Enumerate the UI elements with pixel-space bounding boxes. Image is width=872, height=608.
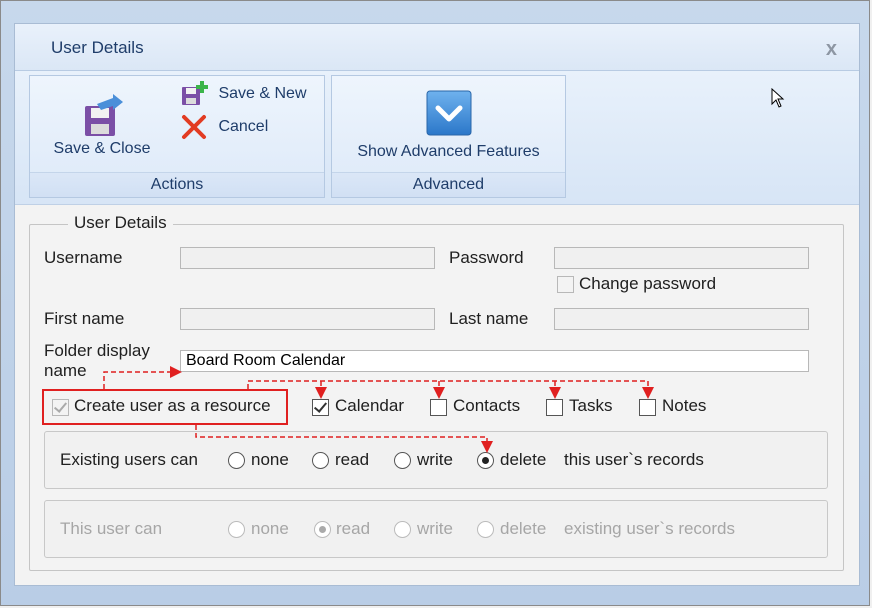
mouse-cursor-icon	[771, 88, 785, 108]
form-area: User Details Username Password Change pa…	[15, 205, 859, 586]
save-close-icon	[85, 94, 123, 136]
ribbon-group-advanced: Show Advanced Features Advanced	[331, 75, 566, 198]
save-new-icon	[182, 80, 208, 105]
cancel-button[interactable]: Cancel	[180, 113, 268, 141]
show-advanced-features-button[interactable]: Show Advanced Features	[332, 90, 565, 161]
annotation-arrows	[103, 366, 654, 453]
user-details-window: User Details x Save & Close Save & New C…	[14, 23, 860, 586]
ribbon-toolbar: Save & Close Save & New Cancel Actions S…	[15, 71, 859, 205]
chevron-down-icon	[426, 90, 471, 136]
save-close-label: Save & Close	[53, 140, 151, 157]
close-icon[interactable]: x	[826, 38, 837, 61]
dialog-frame: User Details x Save & Close Save & New C…	[0, 0, 870, 606]
cancel-icon	[182, 114, 206, 139]
save-close-button[interactable]: Save & Close	[50, 94, 154, 158]
show-advanced-features-label: Show Advanced Features	[357, 143, 540, 160]
arrow-bus-folders	[247, 380, 648, 389]
user-details-fieldset: User Details Username Password Change pa…	[29, 213, 844, 571]
arrow-to-folder-name	[103, 366, 182, 389]
ribbon-group-actions: Save & Close Save & New Cancel Actions	[29, 75, 325, 198]
cancel-label: Cancel	[218, 118, 269, 135]
advanced-group-label: Advanced	[332, 172, 565, 197]
window-title: User Details	[51, 38, 144, 57]
title-bar: User Details x	[15, 24, 859, 71]
arrow-to-delete	[195, 425, 493, 453]
save-new-label: Save & New	[218, 85, 307, 102]
save-new-button[interactable]: Save & New	[180, 80, 307, 108]
actions-group-label: Actions	[30, 172, 324, 197]
